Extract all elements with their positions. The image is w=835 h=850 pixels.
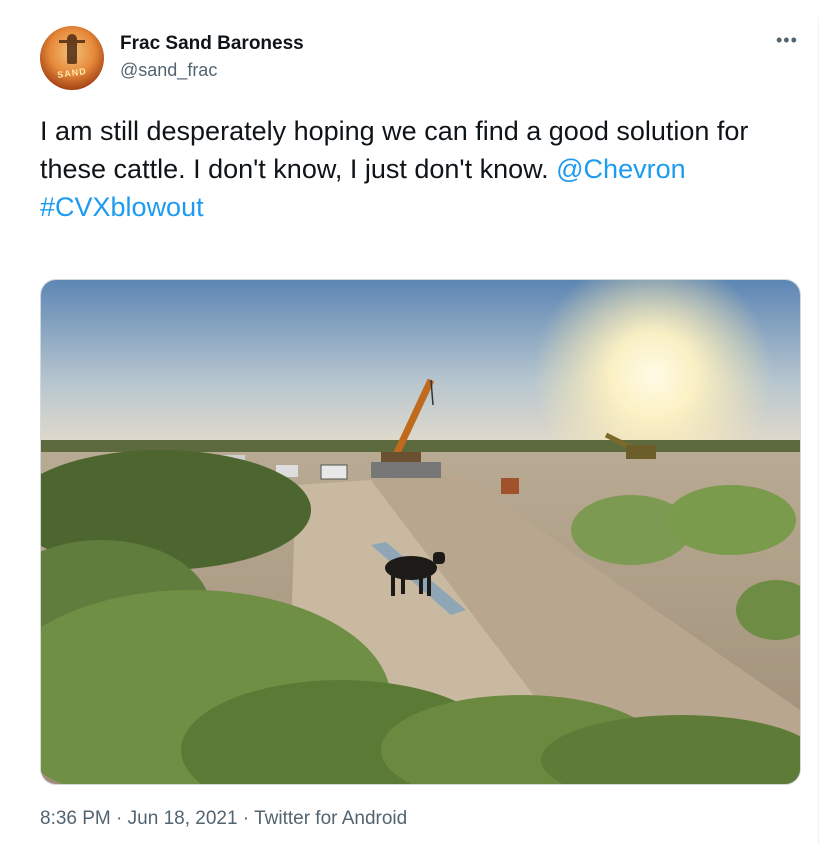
author-name[interactable]: Frac Sand Baroness [120, 33, 304, 55]
avatar[interactable]: SAND [40, 26, 104, 90]
frac-sand-logo-icon [59, 34, 85, 64]
hashtag-link[interactable]: #CVXblowout [40, 192, 204, 222]
meta-separator: · [110, 808, 128, 829]
tweet-time[interactable]: 8:36 PM [40, 808, 111, 829]
tweet-source[interactable]: Twitter for Android [254, 808, 407, 829]
tweet-text: I am still desperately hoping we can fin… [40, 112, 760, 226]
avatar-logo-text: SAND [56, 65, 88, 81]
mention-link[interactable]: @Chevron [556, 154, 685, 184]
meta-separator: · [237, 808, 255, 829]
tweet-meta: 8:36 PM · Jun 18, 2021 · Twitter for And… [40, 808, 407, 830]
tweet-photo[interactable] [40, 279, 801, 785]
more-horizontal-icon[interactable]: ••• [776, 30, 798, 51]
author-handle[interactable]: @sand_frac [120, 60, 217, 81]
tweet-date[interactable]: Jun 18, 2021 [128, 808, 238, 829]
photo-icon [41, 280, 800, 784]
